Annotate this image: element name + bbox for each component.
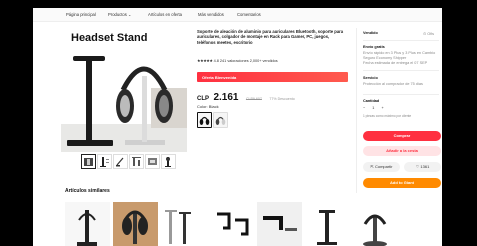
add-to-cart-button[interactable]: Añadir a la cesta (363, 146, 441, 156)
nav-reviews[interactable]: Comentarios (237, 12, 261, 17)
stock-limit-text: 1 piezas como máximo por cliente (363, 114, 412, 118)
share-label: Compartir (374, 164, 393, 169)
thumbnail-3[interactable] (113, 154, 128, 169)
welcome-offer-banner: Oferta Bienvenida (197, 72, 348, 82)
shipping-title: Envío gratis (363, 45, 385, 49)
rating-text[interactable]: 4.8 241 valoraciones 2,000+ vendidos (214, 59, 278, 63)
nav-deals[interactable]: Artículos en oferta (148, 12, 182, 17)
price-currency: CLP (197, 96, 209, 102)
quantity-stepper[interactable]: − 1 + (363, 106, 384, 110)
color-label: Color: Black (197, 104, 219, 109)
color-swatch-white[interactable] (213, 112, 228, 128)
similar-item-4[interactable] (209, 202, 254, 246)
purchase-panel: Vendido ⊙ Ofis Envío gratis Envío rápido… (356, 28, 441, 193)
similar-item-7[interactable] (353, 202, 398, 246)
thumbnail-2[interactable] (97, 154, 112, 169)
similar-item-1[interactable] (65, 202, 110, 246)
rating-stars: ★★★★★ (197, 59, 213, 63)
service-title: Servicio (363, 76, 378, 80)
shipping-line-3: Fecha estimada de entrega el 07 SEP (363, 61, 428, 65)
gift-button[interactable]: Add to Giant (363, 178, 441, 188)
similar-item-3[interactable] (161, 202, 206, 246)
nav-products[interactable]: Productos ⌄ (108, 12, 132, 17)
promo-label: Oferta Bienvenida (202, 75, 237, 80)
color-swatch-black[interactable] (197, 112, 212, 128)
rating-row: ★★★★★ 4.8 241 valoraciones 2,000+ vendid… (197, 58, 278, 63)
thumbnail-5[interactable] (145, 154, 160, 169)
divider (363, 70, 439, 71)
thumbnail-strip (61, 154, 187, 170)
product-main-image[interactable]: Headset Stand (61, 28, 187, 152)
discount-text: 77% Descuento (269, 97, 295, 101)
share-button[interactable]: ⇱ Compartir (363, 162, 400, 172)
store-link[interactable]: ⊙ Ofis (423, 31, 434, 36)
price-amount: 2.161 (213, 92, 239, 103)
minus-icon[interactable]: − (363, 106, 365, 110)
wishlist-button[interactable]: ♡ 1361 (404, 162, 441, 172)
thumbnail-6[interactable] (161, 154, 176, 169)
buy-now-button[interactable]: Comprar (363, 131, 441, 141)
product-title: Soporte de aleación de aluminio para aur… (197, 29, 344, 45)
similar-items-title: Artículos similares (65, 188, 110, 194)
sold-by-label: Vendido (363, 31, 378, 35)
browser-screen: Página principal Productos ⌄ Artículos e… (33, 8, 442, 246)
nav-bestsellers[interactable]: Más vendidos (198, 12, 224, 17)
similar-item-6[interactable] (305, 202, 350, 246)
nav-home[interactable]: Página principal (66, 12, 96, 17)
headset-stand-illustration (61, 56, 187, 152)
service-line: Protección al comprador de 75 días (363, 82, 423, 86)
thumbnail-4[interactable] (129, 154, 144, 169)
similar-item-5[interactable] (257, 202, 302, 246)
plus-icon[interactable]: + (381, 106, 383, 110)
similar-item-2[interactable] (113, 202, 158, 246)
shipping-line-1: Envío rápido en 3 Plus y 3 Plus en Cambi… (363, 51, 436, 55)
quantity-value[interactable]: 1 (372, 106, 374, 110)
shipping-line-2: Seguro Economy Shipper (363, 56, 407, 60)
divider (363, 94, 439, 95)
thumbnail-1[interactable] (81, 154, 96, 169)
quantity-label: Cantidad (363, 99, 380, 103)
store-navigation: Página principal Productos ⌄ Artículos e… (33, 8, 442, 22)
wishlist-count: 1361 (420, 164, 430, 169)
divider (363, 40, 439, 41)
original-price: CLP9.607 (245, 97, 262, 101)
price-row: CLP 2.161 CLP9.607 77% Descuento (197, 87, 295, 105)
